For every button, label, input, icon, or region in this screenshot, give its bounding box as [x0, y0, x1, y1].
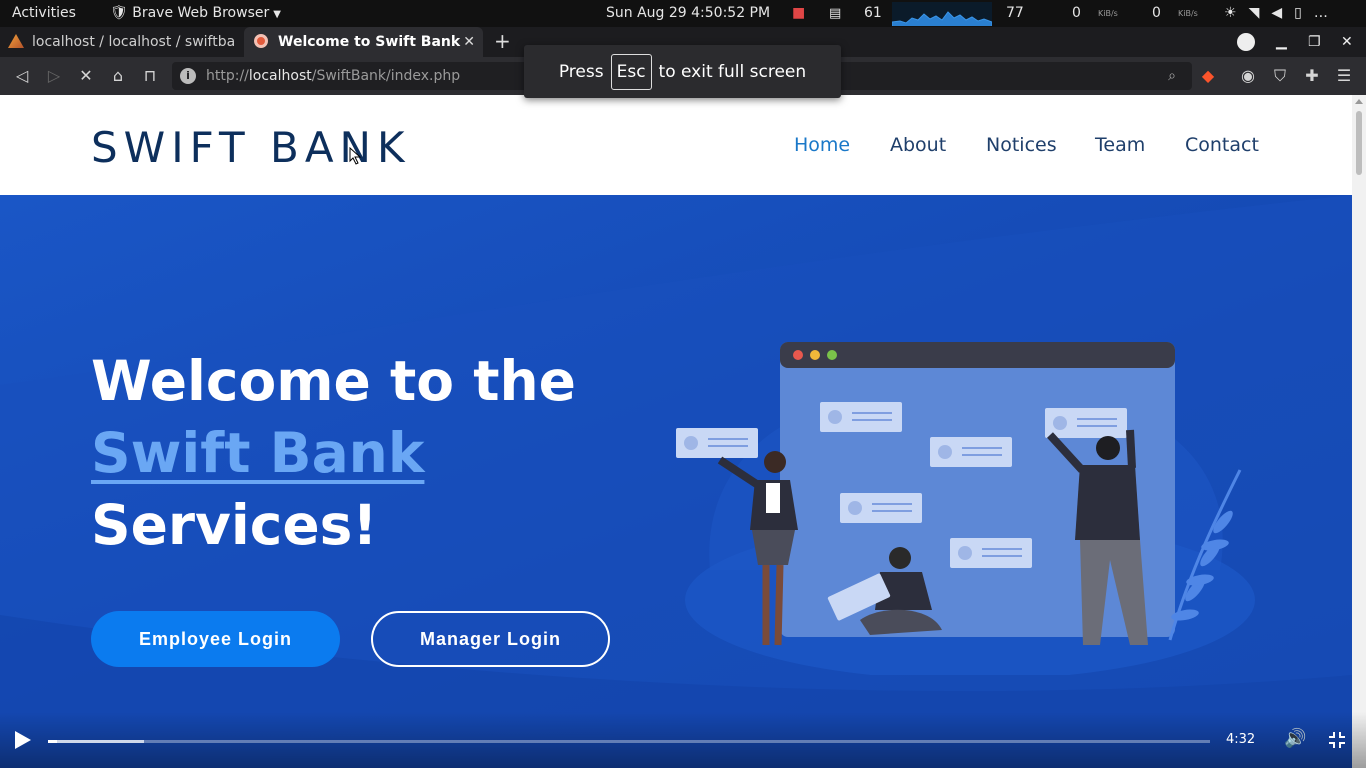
app-name: Brave Web Browser — [132, 5, 270, 21]
app-menu[interactable]: 🛡 Brave Web Browser ▼ — [110, 0, 281, 27]
wifi-icon: ◥ — [1248, 5, 1272, 21]
nav-about[interactable]: About — [890, 95, 946, 195]
extension-icon[interactable]: ◉ — [1236, 57, 1260, 95]
nav-home[interactable]: Home — [794, 95, 850, 195]
nav-team[interactable]: Team — [1095, 95, 1145, 195]
volume-icon[interactable]: 🔊 — [1284, 728, 1306, 749]
site-header: SWIFT BANK Home About Notices Team Conta… — [0, 95, 1352, 195]
hero-title-highlight: Swift Bank — [91, 421, 425, 485]
bookmark-icon[interactable]: ⊓ — [138, 57, 162, 95]
net-down-readout: 0 — [1072, 5, 1081, 21]
system-tray[interactable]: ☀◥◀▯… — [1224, 0, 1340, 27]
net-up-readout: 0 — [1152, 5, 1161, 21]
battery-icon: ▯ — [1294, 5, 1314, 21]
site-info-icon[interactable]: i — [180, 68, 196, 84]
more-icon: … — [1313, 5, 1340, 21]
brave-icon: 🛡 — [110, 5, 133, 21]
video-seek-bar[interactable] — [48, 740, 1210, 743]
nav-notices[interactable]: Notices — [986, 95, 1057, 195]
tab-title: localhost / localhost / swiftba — [32, 34, 236, 50]
video-time: 4:32 — [1226, 732, 1256, 747]
net-up-unit: KiB/s — [1178, 9, 1198, 18]
exit-fullscreen-icon[interactable] — [1327, 730, 1347, 750]
played-range — [48, 740, 58, 743]
zoom-icon[interactable]: ⌕ — [1168, 62, 1176, 90]
phpmyadmin-icon — [8, 34, 24, 48]
mouse-cursor-icon — [349, 147, 362, 165]
url-text[interactable]: http://localhost/SwiftBank/index.php — [206, 62, 460, 90]
tab-swift-bank[interactable]: Welcome to Swift Bank ✕ — [244, 27, 483, 57]
toast-message: to exit full screen — [658, 61, 807, 82]
forward-icon[interactable]: ▷ — [42, 57, 66, 95]
home-icon[interactable]: ⌂ — [106, 57, 130, 95]
cpu-readout: 61 — [864, 5, 882, 21]
nav-contact[interactable]: Contact — [1185, 95, 1259, 195]
minimize-icon[interactable]: ▁ — [1276, 27, 1287, 57]
web-page: SWIFT BANK Home About Notices Team Conta… — [0, 95, 1352, 768]
screen-record-icon[interactable]: ■ — [792, 0, 805, 27]
net-down-unit: KiB/s — [1098, 9, 1118, 18]
volume-icon: ◀ — [1271, 5, 1295, 21]
hero-section: Welcome to the Swift Bank Services! Empl… — [0, 195, 1352, 768]
play-icon[interactable] — [15, 731, 31, 749]
site-favicon-icon — [254, 34, 268, 48]
fullscreen-toast: Press Esc to exit full screen — [524, 45, 841, 98]
hero-title-line1: Welcome to the — [91, 349, 576, 413]
clock[interactable]: Sun Aug 29 4:50:52 PM — [606, 0, 770, 27]
tab-title: Welcome to Swift Bank — [278, 34, 461, 50]
hero-title-line3: Services! — [91, 493, 378, 557]
puzzle-icon[interactable]: ✚ — [1300, 57, 1324, 95]
profile-icon[interactable] — [1237, 33, 1255, 51]
system-monitor-icon[interactable]: ▤ — [829, 0, 841, 27]
memory-readout: 77 — [1006, 5, 1024, 21]
esc-key: Esc — [610, 53, 652, 90]
menu-icon[interactable]: ☰ — [1332, 57, 1356, 95]
team-board-illustration — [676, 342, 1255, 675]
new-tab-button[interactable]: + — [494, 27, 511, 57]
employee-login-button[interactable]: Employee Login — [91, 611, 340, 667]
scrollbar-thumb[interactable] — [1356, 111, 1362, 175]
shield-extension-icon[interactable]: ⛉ — [1268, 57, 1292, 95]
brightness-icon: ☀ — [1224, 5, 1249, 21]
window-close-icon[interactable]: ✕ — [1341, 27, 1353, 57]
scroll-up-arrow-icon[interactable] — [1355, 99, 1363, 104]
tab-phpmyadmin[interactable]: localhost / localhost / swiftba — [8, 27, 240, 57]
buffered-range — [48, 740, 145, 743]
cpu-graph — [891, 2, 993, 26]
video-controls: 4:32 🔊 — [0, 712, 1366, 768]
stop-loading-icon[interactable]: ✕ — [74, 57, 98, 95]
site-logo[interactable]: SWIFT BANK — [91, 123, 411, 172]
system-top-bar: Activities 🛡 Brave Web Browser ▼ Sun Aug … — [0, 0, 1366, 27]
activities-button[interactable]: Activities — [12, 0, 76, 27]
brave-shields-icon[interactable]: ◆ — [1196, 57, 1220, 95]
restore-icon[interactable]: ❐ — [1308, 27, 1321, 57]
page-scrollbar[interactable] — [1352, 95, 1366, 768]
chevron-down-icon: ▼ — [273, 9, 281, 20]
toast-press: Press — [558, 61, 604, 82]
back-icon[interactable]: ◁ — [10, 57, 34, 95]
close-icon[interactable]: ✕ — [463, 27, 475, 57]
manager-login-button[interactable]: Manager Login — [371, 611, 610, 667]
